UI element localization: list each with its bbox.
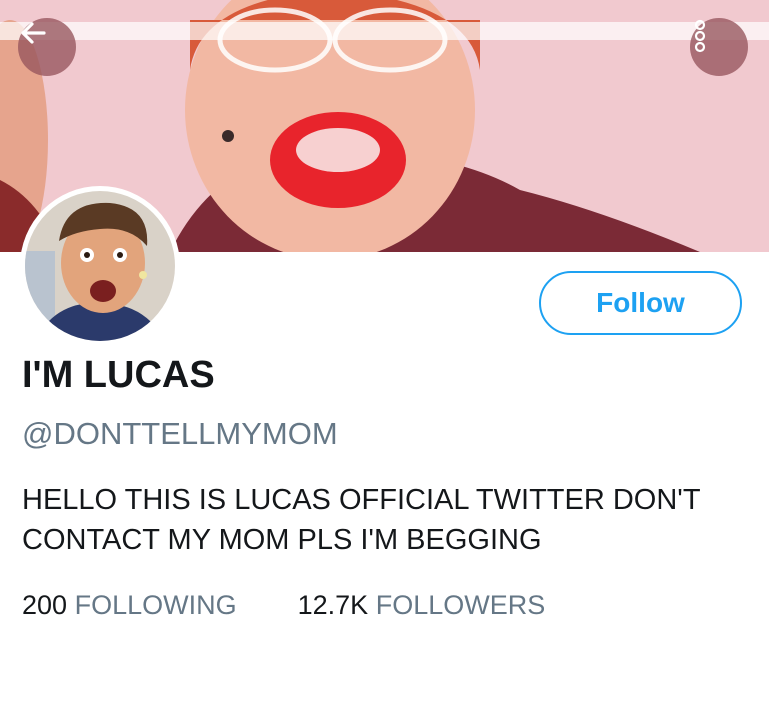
follow-button[interactable]: Follow (539, 271, 742, 335)
following-count: 200 (22, 590, 68, 620)
back-button[interactable] (18, 18, 76, 76)
display-name: I'M LUCAS (22, 354, 215, 396)
following-label: FOLLOWING (74, 590, 237, 620)
bio-line: CONTACT MY MOM PLS I'M BEGGING (22, 524, 542, 556)
bio-line: HELLO THIS IS LUCAS OFFICIAL TWITTER DON… (22, 484, 701, 516)
arrow-left-icon (21, 22, 46, 44)
avatar-photo (25, 191, 175, 341)
following-link[interactable]: 200 FOLLOWING (22, 590, 244, 620)
followers-link[interactable]: 12.7K FOLLOWERS (298, 590, 546, 620)
profile-stats: 200 FOLLOWING 12.7K FOLLOWERS (22, 590, 545, 621)
avatar[interactable] (20, 186, 180, 346)
user-handle: @DONTTELLMYMOM (22, 416, 338, 451)
more-options-icon (694, 19, 706, 53)
followers-label: FOLLOWERS (375, 590, 546, 620)
more-options-button[interactable] (690, 18, 748, 76)
followers-count: 12.7K (297, 590, 369, 620)
profile-bio: HELLO THIS IS LUCAS OFFICIAL TWITTER DON… (22, 480, 752, 560)
